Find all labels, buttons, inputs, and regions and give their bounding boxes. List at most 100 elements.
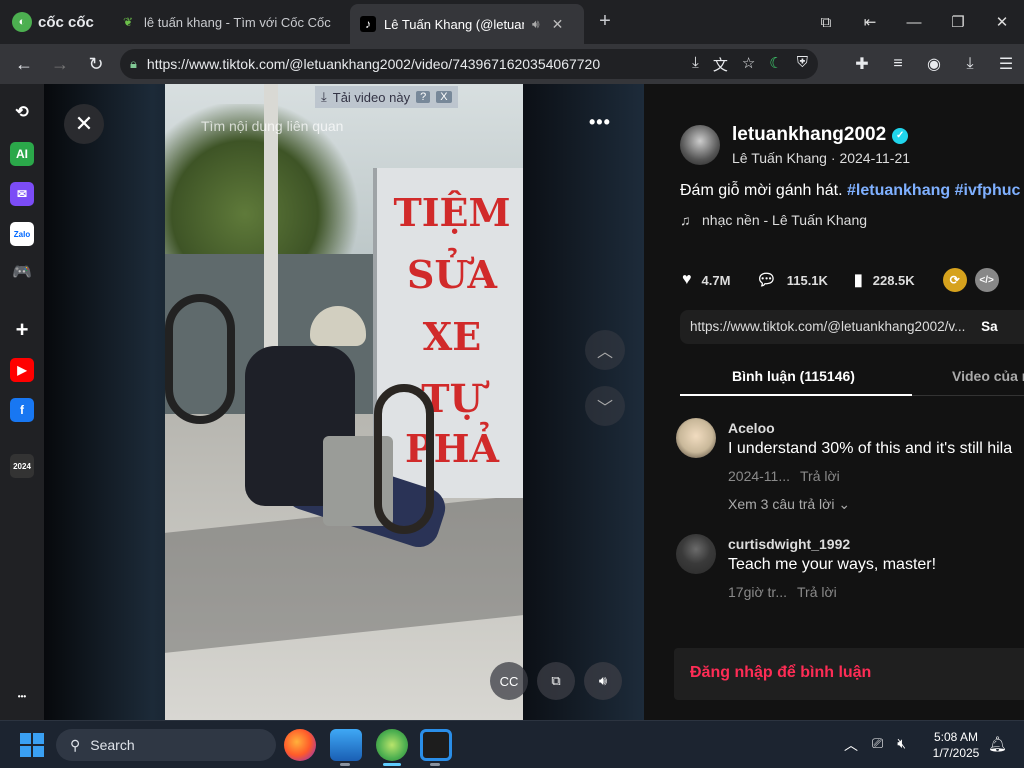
network-icon[interactable]: ⎚ xyxy=(872,735,883,755)
creator-avatar[interactable] xyxy=(680,125,720,165)
comment-avatar[interactable] xyxy=(676,534,716,574)
photos-app-icon[interactable] xyxy=(330,729,362,761)
comment-button[interactable]: 💬︎ 115.1K xyxy=(756,270,828,290)
zalo-icon[interactable]: Zalo xyxy=(10,222,34,246)
profile-icon[interactable]: ◉ xyxy=(916,54,952,74)
close-overlay-icon[interactable]: X xyxy=(436,91,452,103)
reply-button[interactable]: Trả lời xyxy=(800,468,840,484)
captions-button[interactable]: CC xyxy=(490,662,528,700)
coccoc-2024-icon[interactable]: 2024 xyxy=(10,454,34,478)
like-button[interactable]: ♥ 4.7M xyxy=(682,271,730,289)
game-icon[interactable]: 🎮 xyxy=(10,260,34,284)
hashtag-link[interactable]: #ivfphuc xyxy=(955,182,1021,199)
video-caption: Đám giỗ mời gánh hát. #letuankhang #ivfp… xyxy=(680,182,1020,200)
close-tab-icon[interactable]: ✕ xyxy=(552,16,564,33)
downloads-icon[interactable]: ⤓ xyxy=(952,55,988,73)
volume-muted-icon[interactable]: 🔇︎ xyxy=(897,735,906,755)
more-icon[interactable]: ••• xyxy=(10,684,34,708)
previous-video-button[interactable]: ︿ xyxy=(585,330,625,370)
messenger-icon[interactable]: ✉ xyxy=(10,182,34,206)
bookmark-star-icon[interactable]: ☆ xyxy=(742,54,755,75)
more-options-icon[interactable]: ••• xyxy=(589,112,611,133)
taskbar-search[interactable]: ⚲ Search xyxy=(56,729,276,761)
music-title[interactable]: nhạc nền - Lê Tuấn Khang xyxy=(702,212,867,228)
minimize-button[interactable]: — xyxy=(892,14,936,31)
reload-button[interactable]: ↻ xyxy=(78,54,114,75)
url-text[interactable]: https://www.tiktok.com/@letuankhang2002/… xyxy=(147,56,600,72)
sign-line: SỬA xyxy=(406,252,498,297)
close-window-button[interactable]: ✕ xyxy=(980,13,1024,31)
app-indicator-active xyxy=(383,763,401,766)
bookmark-icon: ▮ xyxy=(853,272,863,289)
new-tab-button[interactable]: + xyxy=(594,10,616,33)
add-icon[interactable]: + xyxy=(10,317,34,342)
ai-icon[interactable]: AI xyxy=(10,142,34,166)
site-info-icon[interactable]: 🔒︎ xyxy=(130,56,137,72)
hashtag-link[interactable]: #letuankhang xyxy=(847,182,950,199)
firefox-icon[interactable] xyxy=(284,729,316,761)
creator-username[interactable]: letuankhang2002 ✓ xyxy=(732,124,909,146)
search-icon: ⚲ xyxy=(70,736,81,753)
menu-icon[interactable]: ☰ xyxy=(988,54,1024,74)
system-tray: ︿ ⎚ 🔇︎ xyxy=(844,735,906,755)
browser-toolbar: ← → ↻ 🔒︎ https://www.tiktok.com/@letuank… xyxy=(0,44,1024,84)
view-replies-button[interactable]: Xem 3 câu trả lời ⌄ xyxy=(728,496,850,513)
show-hidden-icons-icon[interactable]: ︿ xyxy=(844,735,858,755)
comment-bubble-icon: 💬︎ xyxy=(756,272,777,289)
youtube-icon[interactable]: ▶ xyxy=(10,358,34,382)
tab-search[interactable]: ❦ lê tuấn khang - Tìm với Cốc Cốc xyxy=(110,6,346,38)
clock-date: 1/7/2025 xyxy=(932,746,980,760)
repost-icon[interactable]: ⟳ xyxy=(942,268,967,292)
maximize-button[interactable]: ❐ xyxy=(936,13,980,31)
download-video-overlay[interactable]: ⤓ Tải video này ? X xyxy=(315,86,458,108)
comment-username[interactable]: curtisdwight_1992 xyxy=(728,536,850,552)
volume-button[interactable]: 🔊︎ xyxy=(584,662,622,700)
floating-player-button[interactable]: ⧉ xyxy=(537,662,575,700)
sign-line: TIỆM xyxy=(393,190,511,235)
download-icon: ⤓ xyxy=(321,89,327,104)
translate-icon[interactable]: 文 xyxy=(713,54,728,75)
related-content-hint[interactable]: Tìm nội dung liên quan xyxy=(201,118,343,134)
dark-mode-icon[interactable]: ☾ xyxy=(769,54,782,75)
embed-icon[interactable]: </> xyxy=(974,268,999,292)
back-button[interactable]: ← xyxy=(6,54,42,75)
windows-start-icon[interactable] xyxy=(20,733,44,757)
close-video-button[interactable]: ✕ xyxy=(64,104,104,144)
back-history-icon[interactable]: ⇤ xyxy=(848,13,892,31)
extensions-icon[interactable]: ✚ xyxy=(844,54,880,74)
coccoc-browser-icon[interactable] xyxy=(376,729,408,761)
speaker-icon[interactable]: 🔊︎ xyxy=(532,17,540,32)
tab-tiktok[interactable]: ♪ Lê Tuấn Khang (@letuank 🔊︎ ✕ xyxy=(350,4,584,44)
comment-avatar[interactable] xyxy=(676,418,716,458)
copy-link-button[interactable]: Sa xyxy=(981,319,998,334)
login-to-comment-button[interactable]: Đăng nhập để bình luận xyxy=(674,648,1024,700)
shield-icon[interactable]: ⛨ xyxy=(797,54,808,75)
address-bar[interactable]: 🔒︎ https://www.tiktok.com/@letuankhang20… xyxy=(120,49,818,79)
history-icon[interactable]: ⟲ xyxy=(10,100,34,124)
video-player[interactable]: TIỆM SỬA XE TỰ PHẢ Tìm nội dung liên qua… xyxy=(165,84,523,720)
next-video-button[interactable]: ﹀ xyxy=(585,386,625,426)
video-link-text[interactable]: https://www.tiktok.com/@letuankhang2002/… xyxy=(690,319,965,334)
comment-time: 17giờ tr... xyxy=(728,584,787,600)
tab-comments[interactable]: Bình luận (115146) xyxy=(732,368,855,384)
browser-brand[interactable]: ◐ cốc cốc xyxy=(0,12,105,32)
download-video-label[interactable]: Tải video này xyxy=(333,90,410,105)
view-replies-label[interactable]: Xem 3 câu trả lời xyxy=(728,496,834,512)
playlist-icon[interactable]: ≡ xyxy=(880,55,916,73)
vmware-icon[interactable] xyxy=(420,729,452,761)
screenshot-icon[interactable]: ⧉ xyxy=(804,14,848,31)
reply-button[interactable]: Trả lời xyxy=(797,584,837,600)
save-button[interactable]: ▮ 228.5K xyxy=(854,270,915,290)
tab-creator-videos[interactable]: Video của n xyxy=(952,368,1024,384)
music-info[interactable]: ♫ nhạc nền - Lê Tuấn Khang xyxy=(680,212,867,228)
comment-username[interactable]: Aceloo xyxy=(728,420,775,436)
username-text[interactable]: letuankhang2002 xyxy=(732,124,886,145)
scene-motorbike xyxy=(165,294,235,424)
taskbar-clock[interactable]: 5:08 AM 1/7/2025 xyxy=(924,729,988,761)
notifications-bell-icon[interactable]: 🔔︎ xyxy=(988,735,1007,753)
forward-button[interactable]: → xyxy=(42,54,78,75)
help-icon[interactable]: ? xyxy=(416,91,431,103)
facebook-icon[interactable]: f xyxy=(10,398,34,422)
download-page-icon[interactable]: ⤓ xyxy=(692,54,699,75)
video-link-box[interactable]: https://www.tiktok.com/@letuankhang2002/… xyxy=(680,310,1024,344)
